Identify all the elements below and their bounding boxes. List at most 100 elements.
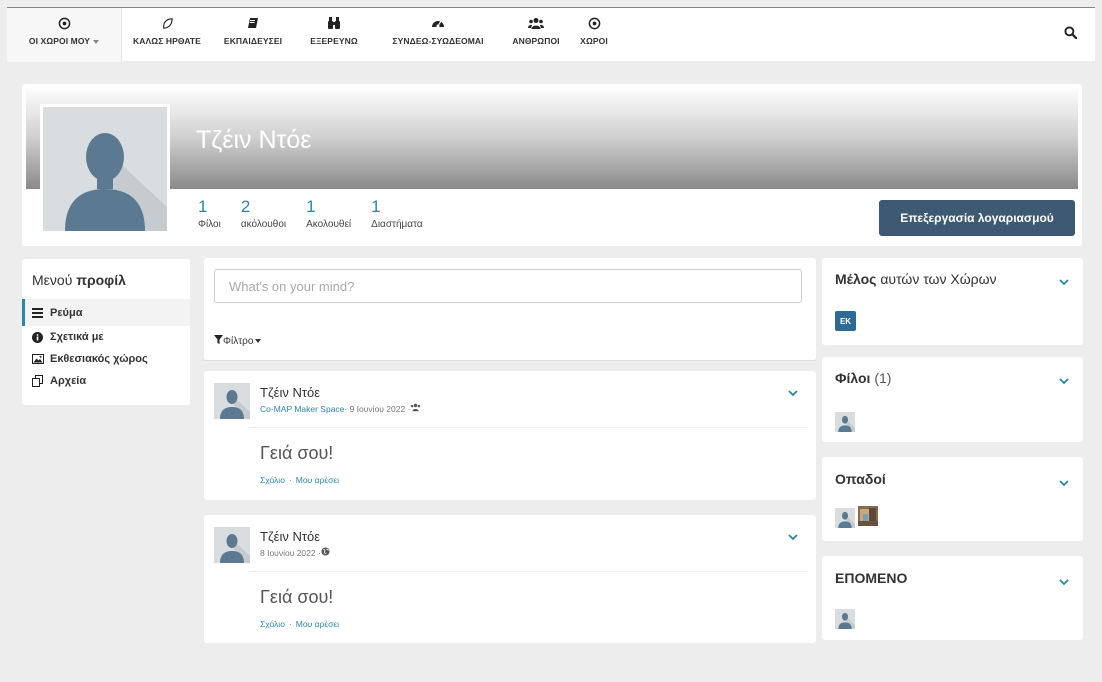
photo-thumbnail [858, 506, 878, 526]
target-icon [58, 14, 71, 32]
post-body: Γειά σου! [260, 443, 334, 463]
chevron-down-icon[interactable] [1059, 475, 1069, 490]
nav-welcome[interactable]: ΚΑΛΩΣ ΗΡΘΑΤΕ [122, 8, 212, 62]
separator-dot: · [288, 619, 292, 629]
profile-name: Τζέιν Ντόε [196, 126, 312, 154]
nav-people[interactable]: ΑΝΘΡΩΠΟΙ [502, 8, 570, 62]
post-meta: Co-MAP Maker Space · 9 Ιουνίου 2022 · [260, 403, 421, 414]
friends-panel: Φίλοι (1) [822, 357, 1083, 442]
nav-label: ΑΝΘΡΩΠΟΙ [512, 36, 560, 46]
friend-avatar[interactable] [835, 412, 855, 432]
users-icon [410, 403, 421, 414]
chevron-down-icon[interactable] [1059, 574, 1069, 589]
profile-avatar[interactable] [40, 104, 170, 234]
nav-explore[interactable]: ΕΞΕΡΕΥΝΩ [294, 8, 374, 62]
post-separator [250, 571, 808, 572]
book-icon [247, 14, 259, 32]
like-link[interactable]: Μου αρέσει [296, 475, 339, 485]
nav-connect[interactable]: ΣΥΝΔΕΩ-ΣΥΩΔΕΟΜΑΙ [374, 8, 502, 62]
comment-link[interactable]: Σχόλιο [260, 619, 285, 629]
menu-item-gallery[interactable]: Εκθεσιακός χώρος [22, 348, 190, 370]
chevron-down-icon[interactable] [1059, 274, 1069, 289]
post-author-avatar[interactable] [214, 527, 250, 563]
info-icon [32, 331, 46, 343]
following-count[interactable]: 1 Ακολουθεί [306, 198, 351, 230]
image-icon [32, 354, 46, 364]
person-silhouette-icon [838, 415, 855, 432]
edit-account-button[interactable]: Επεξεργασία λογαριασμού [879, 200, 1075, 236]
post-input[interactable] [214, 269, 802, 303]
search-icon[interactable] [1064, 26, 1078, 42]
panel-title: Φίλοι (1) [835, 370, 892, 386]
nav-label: ΟΙ ΧΩΡΟΙ ΜΟΥ [28, 36, 91, 46]
post-composer: Φίλτρο [204, 258, 816, 360]
panel-title: ΕΠΟΜΕΝΟ [835, 570, 908, 586]
stream-divider [204, 360, 816, 361]
menu-item-stream[interactable]: Ρεύμα [22, 299, 190, 326]
globe-icon [321, 547, 330, 558]
files-icon [32, 375, 46, 387]
nav-my-spaces[interactable]: ΟΙ ΧΩΡΟΙ ΜΟΥ [7, 8, 122, 62]
profile-menu: Μενού προφίλ Ρεύμα Σχετικά με Εκθεσιακός… [22, 259, 190, 405]
following-panel: ΕΠΟΜΕΝΟ [822, 556, 1083, 640]
nav-spaces[interactable]: ΧΩΡΟΙ [570, 8, 618, 62]
nav-label: ΕΞΕΡΕΥΝΩ [310, 36, 358, 46]
post-author-avatar[interactable] [214, 383, 250, 419]
following-avatar[interactable] [835, 609, 855, 629]
panel-title: Μέλος αυτών των Χώρων [835, 271, 997, 287]
post-author-name[interactable]: Τζέιν Ντόε [260, 385, 320, 400]
profile-banner [26, 86, 1078, 189]
nav-label: ΕΚΠΑΙΔΕΥΣΕΙ [223, 36, 283, 46]
nav-label: ΣΥΝΔΕΩ-ΣΥΩΔΕΟΜΑΙ [392, 36, 484, 46]
panel-title: Οπαδοί [835, 471, 886, 487]
like-link[interactable]: Μου αρέσει [296, 619, 339, 629]
follower-avatar[interactable] [858, 506, 878, 526]
chevron-down-icon[interactable] [1059, 373, 1069, 388]
person-silhouette-icon [220, 534, 250, 563]
follower-avatar[interactable] [835, 508, 855, 528]
nav-label: ΚΑΛΩΣ ΗΡΘΑΤΕ [133, 36, 201, 46]
post-actions: Σχόλιο · Μου αρέσει [260, 475, 339, 485]
nav-label: ΧΩΡΟΙ [580, 36, 608, 46]
users-icon [528, 14, 544, 32]
top-navigation: ΟΙ ΧΩΡΟΙ ΜΟΥ ΚΑΛΩΣ ΗΡΘΑΤΕ ΕΚΠΑΙΔΕΥΣΕΙ ΕΞ… [7, 7, 1095, 62]
menu-title: Μενού προφίλ [32, 272, 126, 288]
menu-item-files[interactable]: Αρχεία [22, 370, 190, 392]
person-silhouette-icon [838, 612, 855, 629]
spaces-count[interactable]: 1 Διαστήματα [371, 198, 423, 230]
post-author-name[interactable]: Τζέιν Ντόε [260, 529, 320, 544]
chevron-down-icon[interactable] [788, 529, 798, 544]
person-silhouette-icon [838, 511, 855, 528]
post-meta: 8 Ιουνίου 2022 · [260, 547, 330, 558]
space-badge[interactable]: ΕΚ [835, 311, 856, 331]
post-date: 8 Ιουνίου 2022 · [260, 547, 321, 558]
stream-post: Τζέιν Ντόε Co-MAP Maker Space · 9 Ιουνίο… [204, 371, 816, 500]
dashboard-icon [431, 14, 445, 32]
binoculars-icon [327, 14, 341, 32]
profile-header: Τζέιν Ντόε 1 Φίλοι 2 ακόλουθοι 1 Ακολουθεί … [22, 84, 1082, 246]
followers-panel: Οπαδοί [822, 457, 1083, 541]
filter-dropdown[interactable]: Φίλτρο [214, 335, 262, 347]
caret-down-icon [255, 339, 262, 343]
stream-post: Τζέιν Ντόε 8 Ιουνίου 2022 · Γειά σου! Σχ… [204, 515, 816, 643]
nav-education[interactable]: ΕΚΠΑΙΔΕΥΣΕΙ [212, 8, 294, 62]
comment-link[interactable]: Σχόλιο [260, 475, 285, 485]
separator-dot: · [288, 475, 292, 485]
leaf-icon [161, 14, 174, 32]
filter-icon [214, 335, 223, 347]
person-silhouette-icon [65, 133, 167, 231]
post-body: Γειά σου! [260, 587, 334, 607]
member-spaces-panel: Μέλος αυτών των Χώρων ΕΚ [822, 258, 1083, 345]
post-date: · 9 Ιουνίου 2022 · [344, 403, 411, 414]
person-silhouette-icon [220, 390, 250, 419]
post-space-link[interactable]: Co-MAP Maker Space [260, 404, 344, 414]
followers-count[interactable]: 2 ακόλουθοι [241, 198, 286, 230]
post-actions: Σχόλιο · Μου αρέσει [260, 619, 339, 629]
target-icon [588, 14, 601, 32]
menu-item-about[interactable]: Σχετικά με [22, 326, 190, 348]
bars-icon [32, 307, 46, 318]
chevron-down-icon[interactable] [788, 385, 798, 400]
friends-count[interactable]: 1 Φίλοι [198, 198, 221, 230]
profile-stats: 1 Φίλοι 2 ακόλουθοι 1 Ακολουθεί 1 Διαστήματα [198, 198, 443, 230]
caret-down-icon [93, 39, 100, 44]
